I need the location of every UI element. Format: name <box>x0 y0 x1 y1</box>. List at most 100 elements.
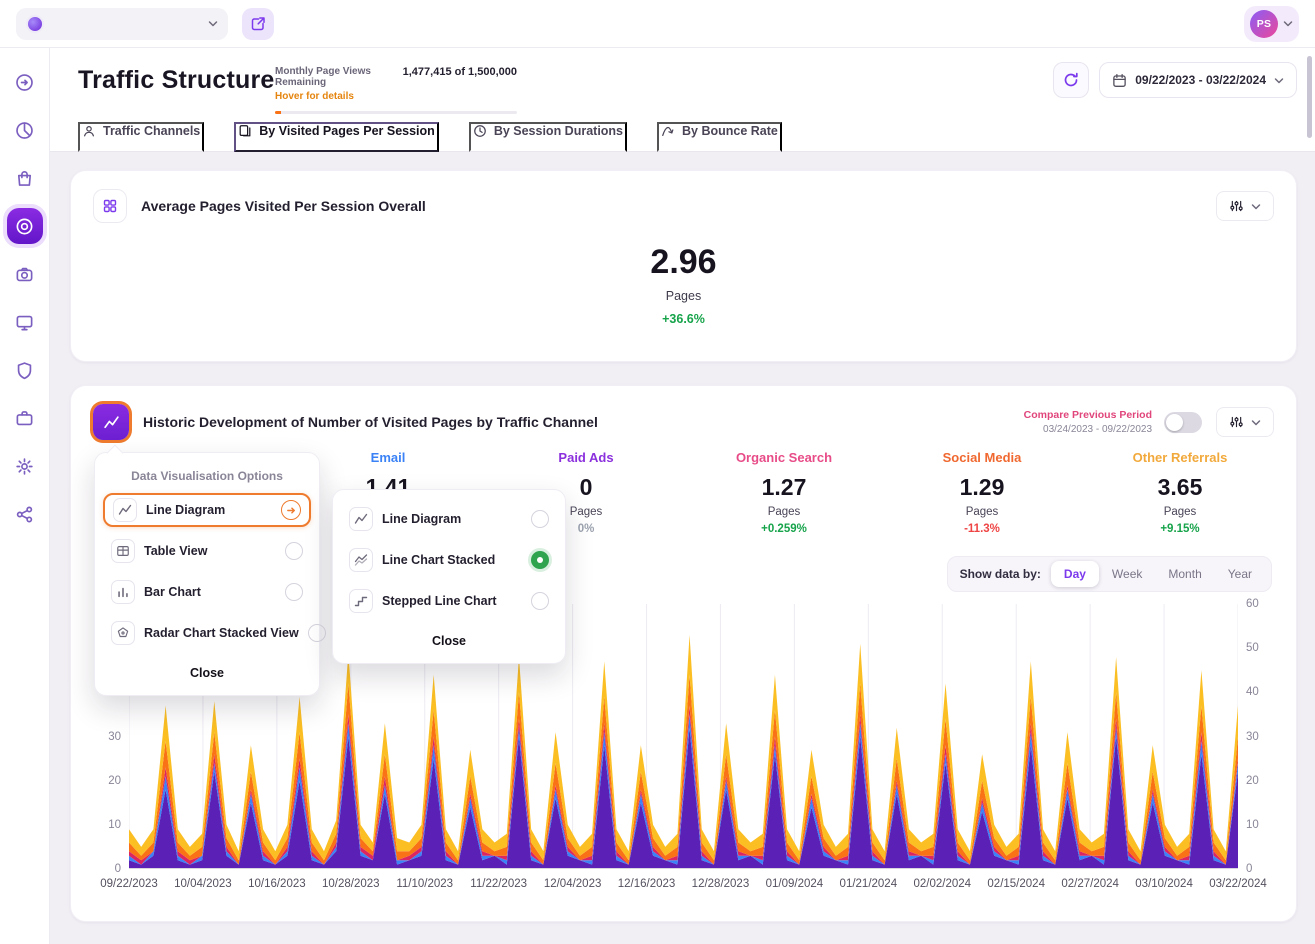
refresh-button[interactable] <box>1053 62 1089 98</box>
menu-item-bar-chart[interactable]: Bar Chart <box>103 575 311 609</box>
menu-item-label: Line Diagram <box>146 503 225 517</box>
card-title: Historic Development of Number of Visite… <box>143 414 598 430</box>
tab-traffic-channels[interactable]: Traffic Channels <box>78 122 204 152</box>
camera-icon <box>15 265 34 284</box>
bounce-icon <box>661 124 675 138</box>
channel-value: 1.29 <box>883 474 1081 501</box>
card-options-button[interactable] <box>1216 407 1274 437</box>
tab-label: By Bounce Rate <box>682 124 778 138</box>
audience-icon <box>82 124 96 138</box>
menu-item-label: Bar Chart <box>144 585 201 599</box>
topbar: PS <box>0 0 1315 48</box>
line-type-dropdown: Line Diagram Line Chart Stacked Stepped … <box>332 489 566 664</box>
sliders-icon <box>1229 199 1244 213</box>
sidebar-item-settings[interactable] <box>7 448 43 484</box>
usage-details-link[interactable]: Hover for details <box>275 91 391 102</box>
date-range-value: 09/22/2023 - 03/22/2024 <box>1135 73 1266 87</box>
channel-change: +9.15% <box>1081 523 1279 535</box>
channel-unit: Pages <box>685 506 883 518</box>
usage-progress-bar <box>275 111 517 114</box>
stat-other-referrals: Other Referrals 3.65 Pages +9.15% <box>1081 450 1279 535</box>
workspace-logo-icon <box>26 15 44 33</box>
close-button[interactable]: Close <box>103 657 311 687</box>
account-menu[interactable]: PS <box>1244 6 1299 42</box>
sidebar-item-devices[interactable] <box>7 304 43 340</box>
target-icon <box>15 217 34 236</box>
menu-item-table-view[interactable]: Table View <box>103 534 311 568</box>
sidebar-item-store[interactable] <box>7 160 43 196</box>
stepped-line-chart-icon <box>349 589 373 613</box>
channel-change: -11.3% <box>883 523 1081 535</box>
workspace-selector[interactable] <box>16 8 228 40</box>
average-pages-change: +36.6% <box>662 312 705 326</box>
chevron-down-icon <box>1283 19 1293 28</box>
calendar-icon <box>1112 73 1127 88</box>
line-chart-icon <box>103 414 120 431</box>
radio-unchecked-icon <box>285 542 303 560</box>
sidebar-item-traffic[interactable] <box>7 208 43 244</box>
channel-name: Paid Ads <box>487 450 685 465</box>
sidebar-item-products[interactable] <box>7 400 43 436</box>
menu-item-line-diagram[interactable]: Line Diagram <box>341 502 557 536</box>
scrollbar-thumb[interactable] <box>1307 56 1312 138</box>
bar-chart-icon <box>111 580 135 604</box>
external-link-icon <box>250 16 266 32</box>
stat-social-media: Social Media 1.29 Pages -11.3% <box>883 450 1081 535</box>
table-icon <box>111 539 135 563</box>
stat-organic-search: Organic Search 1.27 Pages +0.259% <box>685 450 883 535</box>
page-header: Traffic Structure Monthly Page Views Rem… <box>50 48 1315 152</box>
show-data-by-label: Show data by: <box>960 567 1041 581</box>
chevron-down-icon <box>1251 202 1261 211</box>
granularity-week[interactable]: Week <box>1099 561 1155 587</box>
usage-meter: Monthly Page Views Remaining Hover for d… <box>275 66 517 114</box>
close-button[interactable]: Close <box>341 625 557 655</box>
menu-item-label: Stepped Line Chart <box>382 594 497 608</box>
compare-toggle[interactable] <box>1164 412 1202 433</box>
card-options-button[interactable] <box>1216 191 1274 221</box>
settings-gear-icon <box>15 457 34 476</box>
date-range-picker[interactable]: 09/22/2023 - 03/22/2024 <box>1099 62 1297 98</box>
granularity-month[interactable]: Month <box>1155 561 1214 587</box>
compare-label: Compare Previous Period <box>1024 409 1152 421</box>
sliders-icon <box>1229 415 1244 429</box>
average-pages-value: 2.96 <box>650 243 716 282</box>
radar-chart-icon <box>111 621 135 645</box>
tab-label: By Session Durations <box>494 124 623 138</box>
average-pages-card: Average Pages Visited Per Session Overal… <box>70 170 1297 362</box>
channel-unit: Pages <box>883 506 1081 518</box>
clock-icon <box>473 124 487 138</box>
menu-item-label: Table View <box>144 544 207 558</box>
channel-unit: Pages <box>1081 506 1279 518</box>
tab-visited-pages[interactable]: By Visited Pages Per Session <box>234 122 439 152</box>
usage-value: 1,477,415 of 1,500,000 <box>403 66 517 78</box>
radio-unchecked-icon <box>308 624 326 642</box>
granularity-day[interactable]: Day <box>1051 561 1099 587</box>
tab-bounce-rate[interactable]: By Bounce Rate <box>657 122 782 152</box>
tab-session-durations[interactable]: By Session Durations <box>469 122 627 152</box>
chevron-down-icon <box>208 19 218 28</box>
shield-icon <box>15 361 34 380</box>
compare-previous-period: Compare Previous Period 03/24/2023 - 09/… <box>1024 409 1152 435</box>
tab-label: By Visited Pages Per Session <box>259 124 435 138</box>
sidebar-item-integrations[interactable] <box>7 496 43 532</box>
y-axis-right: 6050403020100 <box>1238 604 1272 869</box>
visualisation-options-button[interactable] <box>93 404 129 440</box>
menu-item-stepped-line-chart[interactable]: Stepped Line Chart <box>341 584 557 618</box>
menu-item-label: Line Chart Stacked <box>382 553 495 567</box>
page-title: Traffic Structure <box>78 66 275 95</box>
sidebar-item-quick-actions[interactable] <box>7 64 43 100</box>
sidebar-item-capture[interactable] <box>7 256 43 292</box>
menu-item-line-chart-stacked[interactable]: Line Chart Stacked <box>341 543 557 577</box>
tabs: Traffic Channels By Visited Pages Per Se… <box>78 122 782 152</box>
channel-value: 3.65 <box>1081 474 1279 501</box>
kpi-icon <box>93 189 127 223</box>
sidebar-item-analytics[interactable] <box>7 112 43 148</box>
line-chart-icon <box>113 498 137 522</box>
show-data-by-control: Show data by: Day Week Month Year <box>947 556 1272 592</box>
menu-item-radar-chart[interactable]: Radar Chart Stacked View <box>103 616 311 650</box>
granularity-year[interactable]: Year <box>1215 561 1265 587</box>
compare-range: 03/24/2023 - 09/22/2023 <box>1024 424 1152 435</box>
export-button[interactable] <box>242 8 274 40</box>
sidebar-item-security[interactable] <box>7 352 43 388</box>
menu-item-line-diagram[interactable]: Line Diagram <box>103 493 311 527</box>
